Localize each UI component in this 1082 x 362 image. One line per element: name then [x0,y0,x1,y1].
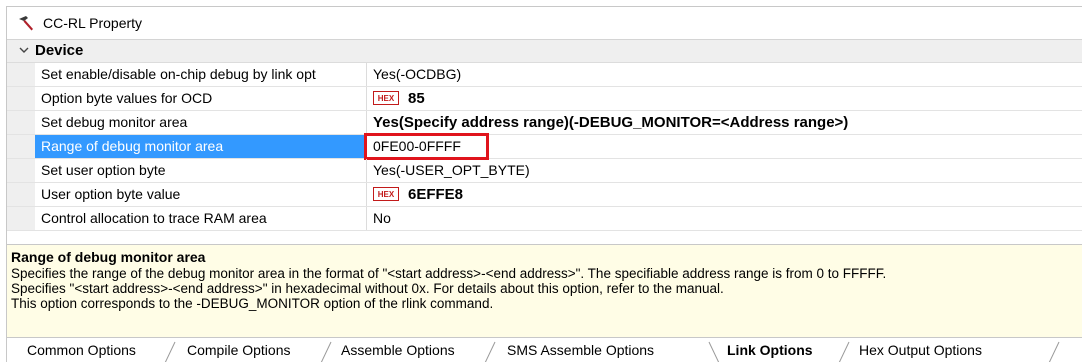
row-gutter [7,183,35,206]
property-value-cell[interactable]: HEX 85 [368,87,1082,110]
window-title: CC-RL Property [43,15,143,31]
property-name: Option byte values for OCD [35,87,367,110]
property-row-user-option-byte-value[interactable]: User option byte value HEX 6EFFE8 [7,183,1082,207]
highlight-box [364,133,489,160]
row-gutter [7,87,35,110]
category-label: Device [35,42,84,59]
description-line: Specifies the range of the debug monitor… [11,266,887,281]
property-row-ocdbg[interactable]: Set enable/disable on-chip debug by link… [7,63,1082,87]
tab-separator [708,341,720,362]
property-name: User option byte value [35,183,367,206]
category-row-device[interactable]: Device [7,40,1082,63]
description-line: Specifies "<start address>-<end address>… [11,281,724,296]
chevron-down-icon[interactable] [17,43,31,57]
property-row-ocd-option-byte[interactable]: Option byte values for OCD HEX 85 [7,87,1082,111]
property-row-user-option-byte[interactable]: Set user option byte Yes(-USER_OPT_BYTE) [7,159,1082,183]
tab-assemble-options[interactable]: Assemble Options [341,338,455,362]
property-name: Control allocation to trace RAM area [35,207,367,230]
property-value[interactable]: Yes(-OCDBG) [368,63,1082,86]
property-value[interactable]: Yes(-USER_OPT_BYTE) [368,159,1082,182]
property-value[interactable]: No [368,207,1082,230]
property-value: 6EFFE8 [408,186,464,203]
title-bar: CC-RL Property [7,7,1082,40]
description-title: Range of debug monitor area [11,249,206,265]
row-gutter [7,159,35,182]
tab-separator [838,341,850,362]
property-row-debug-monitor-range[interactable]: Range of debug monitor area 0FE00-0FFFF [7,133,1082,160]
row-gutter [7,111,35,134]
tab-separator [164,341,176,362]
description-line: This option corresponds to the -DEBUG_MO… [11,296,494,311]
hammer-icon [19,16,33,31]
property-value: 85 [408,90,425,107]
tab-separator [484,341,496,362]
property-value[interactable]: Yes(Specify address range)(-DEBUG_MONITO… [368,111,1082,134]
tab-separator [320,341,332,362]
tab-sms-assemble-options[interactable]: SMS Assemble Options [507,338,654,362]
tab-bar: Common Options Compile Options Assemble … [7,337,1082,362]
row-gutter [7,207,35,230]
hex-icon: HEX [373,186,399,201]
property-window: CC-RL Property Device Set enable/disable… [6,6,1082,362]
tab-hex-output-options[interactable]: Hex Output Options [859,338,982,362]
row-gutter [7,63,35,86]
property-name: Range of debug monitor area [35,135,367,158]
tab-link-options[interactable]: Link Options [727,338,813,362]
property-row-debug-monitor[interactable]: Set debug monitor area Yes(Specify addre… [7,111,1082,135]
description-panel: Range of debug monitor area Specifies th… [7,244,1082,338]
property-value-cell[interactable]: HEX 6EFFE8 [368,183,1082,206]
property-name: Set debug monitor area [35,111,367,134]
property-grid[interactable]: Device Set enable/disable on-chip debug … [7,40,1082,231]
property-name: Set user option byte [35,159,367,182]
tab-compile-options[interactable]: Compile Options [187,338,291,362]
tab-separator [1048,341,1060,362]
property-row-trace-ram[interactable]: Control allocation to trace RAM area No [7,207,1082,231]
tab-common-options[interactable]: Common Options [27,338,136,362]
property-name: Set enable/disable on-chip debug by link… [35,63,367,86]
hex-icon: HEX [373,90,399,105]
row-gutter [7,135,35,158]
